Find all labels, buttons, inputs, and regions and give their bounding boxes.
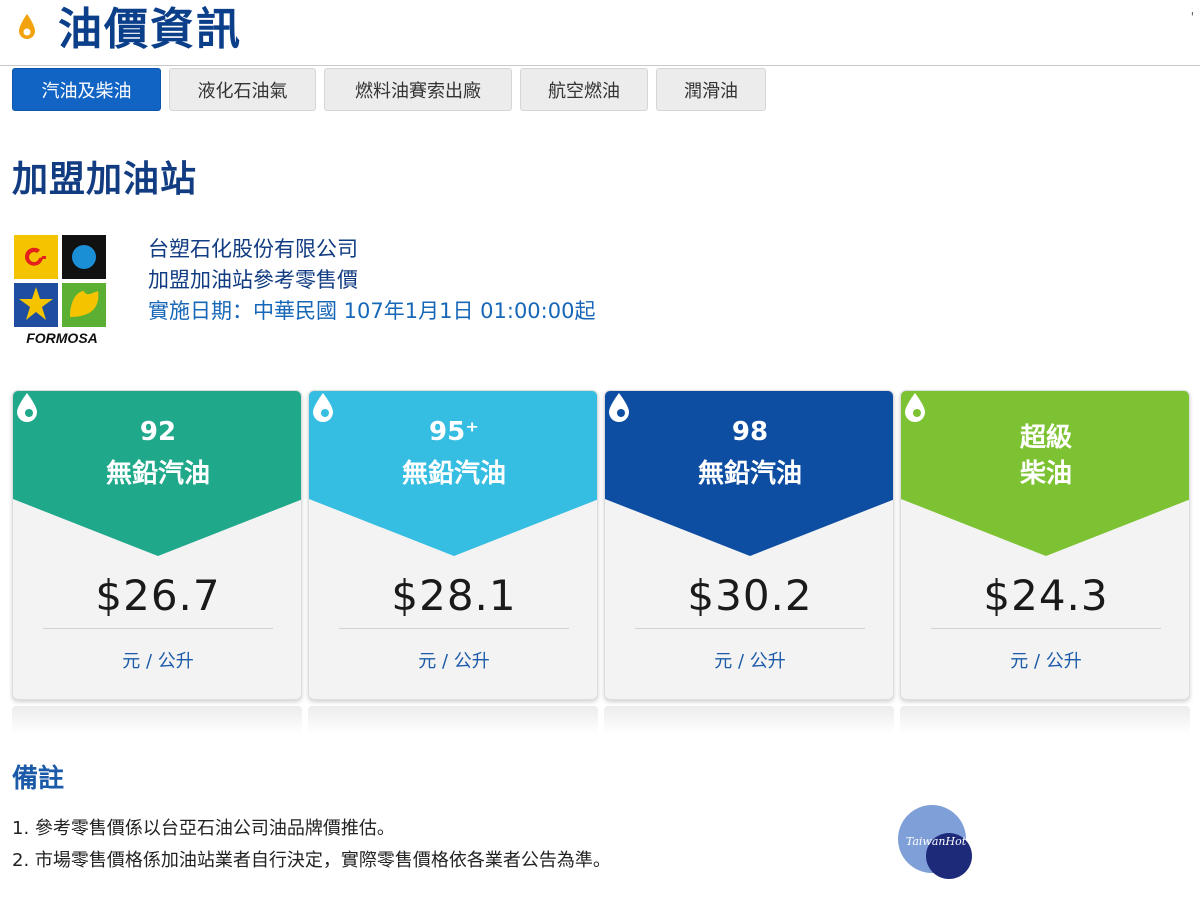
fuel-type: 柴油 <box>1019 459 1072 489</box>
fuel-price: $26.7 <box>95 571 221 620</box>
price-card-92: 92 無鉛汽油 $26.7 元 / 公升 <box>12 390 302 700</box>
fuel-price: $24.3 <box>983 571 1109 620</box>
price-card-diesel: 超級 柴油 $24.3 元 / 公升 <box>900 390 1190 700</box>
note-item: 2. 市場零售價格係加油站業者自行決定，實際零售價格依各業者公告為準。 <box>12 850 611 871</box>
card-header: 92 無鉛汽油 <box>13 391 301 556</box>
tab-fuel-oil[interactable]: 燃料油賽索出廠 <box>324 68 512 111</box>
card-reflection <box>12 706 302 734</box>
section-title: 加盟加油站 <box>12 159 198 200</box>
oil-drop-icon <box>19 14 35 39</box>
company-name: 台塑石化股份有限公司 <box>148 237 358 261</box>
price-subtitle: 加盟加油站參考零售價 <box>148 268 358 292</box>
fuel-drop-icon <box>609 393 629 422</box>
formosa-logo: FORMOSA <box>14 235 106 346</box>
divider <box>339 628 569 629</box>
notes-title: 備註 <box>12 764 65 794</box>
tab-gasoline-diesel[interactable]: 汽油及柴油 <box>12 68 161 111</box>
divider <box>635 628 865 629</box>
fuel-type: 無鉛汽油 <box>105 459 210 489</box>
note-item: 1. 參考零售價係以台亞石油公司油品牌價推估。 <box>12 818 395 839</box>
watermark-text: TaiwanHot <box>905 835 967 848</box>
card-reflection <box>604 706 894 734</box>
card-header: 98 無鉛汽油 <box>605 391 893 556</box>
divider <box>43 628 273 629</box>
price-card-98: 98 無鉛汽油 $30.2 元 / 公升 <box>604 390 894 700</box>
price-unit: 元 / 公升 <box>122 651 194 672</box>
fuel-tabs: 汽油及柴油 液化石油氣 燃料油賽索出廠 航空燃油 潤滑油 <box>12 68 766 112</box>
fuel-type: 無鉛汽油 <box>697 459 802 489</box>
divider <box>931 628 1161 629</box>
price-unit: 元 / 公升 <box>1010 651 1082 672</box>
card-reflection <box>900 706 1190 734</box>
fuel-drop-icon <box>17 393 37 422</box>
page-header: 油價資訊 ' <box>0 0 1200 66</box>
tab-lpg[interactable]: 液化石油氣 <box>169 68 316 111</box>
company-info: 台塑石化股份有限公司 加盟加油站參考零售價 實施日期：中華民國 107年1月1日… <box>148 234 595 327</box>
card-header: 超級 柴油 <box>901 391 1189 556</box>
fuel-price: $28.1 <box>391 571 517 620</box>
fuel-grade: 超級 <box>1019 423 1072 453</box>
price-cards: 92 無鉛汽油 $26.7 元 / 公升 95⁺ 無鉛汽油 $28.1 元 / … <box>12 390 1192 702</box>
tab-jet-fuel[interactable]: 航空燃油 <box>520 68 648 111</box>
corner-mark: ' <box>1190 10 1194 24</box>
logo-text: FORMOSA <box>26 330 98 346</box>
price-unit: 元 / 公升 <box>418 651 490 672</box>
fuel-drop-icon <box>905 393 925 422</box>
watermark-logo: TaiwanHot <box>896 805 976 879</box>
fuel-price: $30.2 <box>687 571 813 620</box>
page-title: 油價資訊 <box>58 4 242 55</box>
fuel-grade: 92 <box>139 417 177 447</box>
effective-date: 實施日期：中華民國 107年1月1日 01:00:00起 <box>148 299 596 323</box>
fuel-grade: 98 <box>731 417 769 447</box>
tab-lubricant[interactable]: 潤滑油 <box>656 68 766 111</box>
fuel-type: 無鉛汽油 <box>401 459 506 489</box>
card-reflection <box>308 706 598 734</box>
price-card-95: 95⁺ 無鉛汽油 $28.1 元 / 公升 <box>308 390 598 700</box>
fuel-grade: 95⁺ <box>429 417 479 447</box>
price-unit: 元 / 公升 <box>714 651 786 672</box>
card-header: 95⁺ 無鉛汽油 <box>309 391 597 556</box>
fuel-drop-icon <box>313 393 333 422</box>
